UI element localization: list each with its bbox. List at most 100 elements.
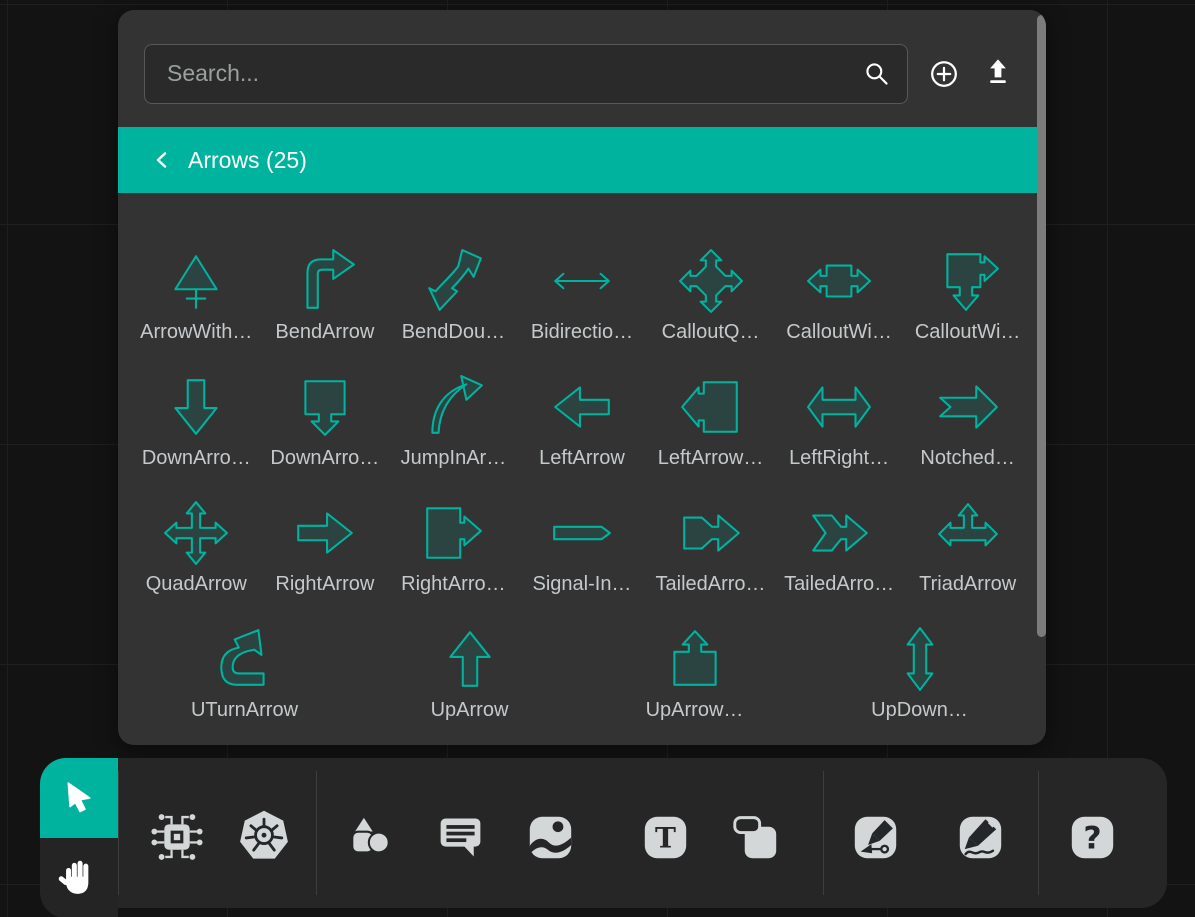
note-icon: [729, 811, 782, 864]
kubernetes-tool-button[interactable]: [234, 807, 294, 867]
down-arrow-callout-icon: [292, 374, 358, 440]
shape-item-up-down-arrow[interactable]: UpDown…: [859, 626, 981, 722]
shape-label: CalloutWi…: [915, 320, 1021, 344]
callout-down-arrow-icon: [935, 248, 1001, 314]
notched-right-arrow-icon: [935, 374, 1001, 440]
search-input[interactable]: [144, 44, 908, 104]
shapes-icon: [344, 811, 397, 864]
image-tool-button[interactable]: [524, 811, 577, 864]
pen-arrow-tool-button[interactable]: [849, 811, 902, 864]
search-box: [144, 44, 908, 104]
panel-scrollbar[interactable]: [1037, 15, 1046, 637]
shape-label: TriadArrow: [919, 572, 1016, 596]
chevron-left-icon[interactable]: [152, 148, 172, 172]
shape-label: BendArrow: [275, 320, 374, 344]
shape-label: UpArrow…: [646, 698, 744, 722]
shape-item-right-arrow-callout[interactable]: RightArro…: [392, 500, 514, 596]
shape-item-u-turn-arrow[interactable]: UTurnArrow: [184, 626, 306, 722]
callout-left-right-arrow-icon: [806, 248, 872, 314]
shapes-tool-button[interactable]: [344, 811, 397, 864]
question-icon: ?: [1066, 811, 1119, 864]
svg-text:?: ?: [1083, 820, 1101, 856]
shape-label: DownArro…: [270, 446, 379, 470]
text-tool-button[interactable]: T: [639, 811, 692, 864]
shape-label: RightArro…: [401, 572, 505, 596]
shape-item-right-arrow[interactable]: RightArrow: [264, 500, 386, 596]
left-arrow-callout-icon: [678, 374, 744, 440]
left-arrow-icon: [549, 374, 615, 440]
shape-library-panel: Arrows (25) ArrowWith… BendArrow BendDou… B…: [118, 10, 1046, 745]
down-arrow-icon: [163, 374, 229, 440]
shape-item-tailed-arrow-2[interactable]: TailedArro…: [778, 500, 900, 596]
tailed-arrow-2-icon: [806, 500, 872, 566]
shape-label: Signal-In…: [533, 572, 632, 596]
shape-label: UTurnArrow: [191, 698, 298, 722]
app-root: { "colors": { "accent": "#00B39F", "canv…: [0, 0, 1195, 917]
shape-label: Notched…: [920, 446, 1015, 470]
shape-item-bidirectional-arrow[interactable]: Bidirectio…: [521, 248, 643, 344]
text-icon: T: [639, 811, 692, 864]
kubernetes-icon: [234, 807, 294, 867]
shape-label: LeftArrow: [539, 446, 625, 470]
freehand-tool-button[interactable]: [954, 811, 1007, 864]
shape-label: QuadArrow: [146, 572, 247, 596]
toolbar-divider: [1038, 771, 1039, 895]
comment-icon: [434, 811, 487, 864]
shape-item-jump-in-arrow[interactable]: JumpInAr…: [392, 374, 514, 470]
toolbar-divider: [118, 771, 119, 895]
shape-item-left-arrow-callout[interactable]: LeftArrow…: [650, 374, 772, 470]
add-shape-button[interactable]: [926, 56, 962, 92]
shape-label: LeftRight…: [789, 446, 889, 470]
u-turn-arrow-icon: [212, 626, 278, 692]
shape-item-callout-quad-arrow[interactable]: CalloutQ…: [650, 248, 772, 344]
comment-tool-button[interactable]: [434, 811, 487, 864]
shape-item-bend-double-arrow[interactable]: BendDou…: [392, 248, 514, 344]
toolbar-divider: [823, 771, 824, 895]
shape-grid: ArrowWith… BendArrow BendDou… Bidirectio… Ca…: [118, 193, 1046, 745]
shape-item-down-arrow[interactable]: DownArro…: [135, 374, 257, 470]
shape-item-signal-in[interactable]: Signal-In…: [521, 500, 643, 596]
up-down-arrow-icon: [887, 626, 953, 692]
shape-label: JumpInAr…: [401, 446, 507, 470]
note-tool-button[interactable]: [729, 811, 782, 864]
shape-item-up-arrow-callout[interactable]: UpArrow…: [634, 626, 756, 722]
shape-label: CalloutWi…: [786, 320, 892, 344]
bend-double-arrow-icon: [420, 248, 486, 314]
shape-item-down-arrow-callout[interactable]: DownArro…: [264, 374, 386, 470]
image-icon: [524, 811, 577, 864]
shape-item-callout-left-right-arrow[interactable]: CalloutWi…: [778, 248, 900, 344]
shape-label: TailedArro…: [656, 572, 766, 596]
callout-quad-arrow-icon: [678, 248, 744, 314]
select-tool-button[interactable]: [40, 758, 118, 838]
upload-shape-button[interactable]: [980, 56, 1016, 92]
category-title: Arrows (25): [188, 147, 307, 174]
shape-item-quad-arrow[interactable]: QuadArrow: [135, 500, 257, 596]
shape-item-up-arrow[interactable]: UpArrow: [409, 626, 531, 722]
category-header[interactable]: Arrows (25): [118, 127, 1046, 193]
search-icon: [860, 57, 894, 91]
shape-label: CalloutQ…: [662, 320, 760, 344]
help-tool-button[interactable]: ?: [1066, 811, 1119, 864]
shape-label: ArrowWith…: [140, 320, 252, 344]
component-tool-button[interactable]: [148, 808, 206, 866]
shape-item-left-right-arrow[interactable]: LeftRight…: [778, 374, 900, 470]
shape-label: Bidirectio…: [531, 320, 633, 344]
shape-label: RightArrow: [275, 572, 374, 596]
shape-label: LeftArrow…: [658, 446, 764, 470]
shape-item-arrow-with-tail[interactable]: ArrowWith…: [135, 248, 257, 344]
shape-label: TailedArro…: [784, 572, 894, 596]
shape-item-notched-right-arrow[interactable]: Notched…: [907, 374, 1029, 470]
toolbar-divider: [316, 771, 317, 895]
pan-tool-button[interactable]: [40, 838, 118, 917]
tailed-arrow-icon: [678, 500, 744, 566]
up-arrow-icon: [437, 626, 503, 692]
shape-item-tailed-arrow[interactable]: TailedArro…: [650, 500, 772, 596]
shape-item-triad-arrow[interactable]: TriadArrow: [907, 500, 1029, 596]
triad-arrow-icon: [935, 500, 1001, 566]
shape-item-left-arrow[interactable]: LeftArrow: [521, 374, 643, 470]
shape-item-callout-down-arrow[interactable]: CalloutWi…: [907, 248, 1029, 344]
circuit-icon: [148, 808, 206, 866]
right-arrow-callout-icon: [420, 500, 486, 566]
pointer-tool-group: [40, 758, 118, 917]
shape-item-bend-arrow[interactable]: BendArrow: [264, 248, 386, 344]
